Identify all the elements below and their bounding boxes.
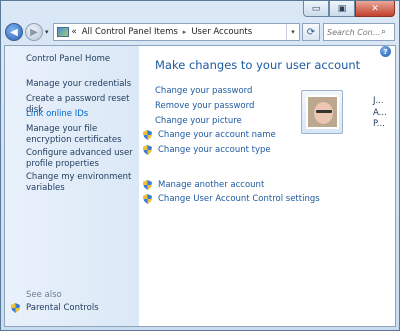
refresh-button[interactable]: ⟳ bbox=[302, 23, 320, 41]
search-icon[interactable]: ⌕ bbox=[381, 27, 386, 37]
manage-another-account-link[interactable]: Manage another account bbox=[143, 180, 264, 190]
search-box[interactable]: ⌕ bbox=[323, 23, 395, 41]
user-account-info: J... A... P... bbox=[373, 96, 387, 131]
sidebar-item-link-online-ids[interactable]: Link online IDs bbox=[26, 109, 136, 120]
task-label: Remove your password bbox=[155, 101, 255, 111]
change-password-link[interactable]: Change your password bbox=[155, 86, 252, 96]
breadcrumb-all-control-panel-items[interactable]: All Control Panel Items bbox=[82, 27, 178, 37]
change-picture-link[interactable]: Change your picture bbox=[155, 116, 242, 126]
task-label: Change your account name bbox=[158, 130, 276, 140]
task-label: Change your picture bbox=[155, 116, 242, 126]
see-also-heading: See also bbox=[26, 290, 62, 300]
user-account-type: A... bbox=[373, 107, 387, 118]
uac-shield-icon bbox=[143, 180, 152, 190]
recent-pages-chevron-down-icon[interactable]: ▾ bbox=[45, 28, 49, 36]
task-label: Manage another account bbox=[158, 180, 265, 190]
change-account-name-link[interactable]: Change your account name bbox=[143, 130, 276, 140]
uac-shield-icon bbox=[143, 145, 152, 155]
navigation-bar: ◀ ▶ ▾ « All Control Panel Items ▸ User A… bbox=[5, 21, 395, 43]
user-password-status: P... bbox=[373, 119, 385, 129]
page-title: Make changes to your user account bbox=[155, 58, 361, 72]
breadcrumb-user-accounts[interactable]: User Accounts bbox=[191, 27, 252, 37]
uac-shield-icon bbox=[143, 194, 152, 204]
help-icon[interactable]: ? bbox=[380, 46, 391, 57]
content-area: Control Panel Home Manage your credentia… bbox=[4, 45, 396, 327]
parental-controls-link[interactable]: Parental Controls bbox=[11, 303, 99, 313]
forward-button[interactable]: ▶ bbox=[25, 23, 43, 41]
control-panel-icon bbox=[56, 27, 69, 37]
back-button[interactable]: ◀ bbox=[5, 23, 23, 41]
sidebar-item-manage-credentials[interactable]: Manage your credentials bbox=[26, 79, 136, 90]
address-bar[interactable]: « All Control Panel Items ▸ User Account… bbox=[52, 23, 300, 41]
avatar bbox=[305, 95, 339, 129]
sidebar: Control Panel Home Manage your credentia… bbox=[5, 46, 140, 326]
sidebar-item-user-profile-properties[interactable]: Configure advanced user profile properti… bbox=[26, 148, 136, 169]
user-picture-tile bbox=[301, 90, 343, 134]
sidebar-item-file-encryption[interactable]: Manage your file encryption certificates bbox=[26, 124, 136, 145]
parental-controls-label: Parental Controls bbox=[26, 303, 99, 313]
minimize-button[interactable]: ▭ bbox=[303, 1, 329, 17]
breadcrumb-separator-icon[interactable]: ▸ bbox=[183, 28, 187, 36]
uac-shield-icon bbox=[143, 130, 152, 140]
control-panel-window: ▭ ▣ ✕ ◀ ▶ ▾ « All Control Panel Items ▸ … bbox=[0, 0, 400, 331]
sidebar-item-environment-variables[interactable]: Change my environment variables bbox=[26, 172, 136, 193]
avatar-face bbox=[313, 102, 333, 124]
address-overflow-chevrons[interactable]: « bbox=[72, 27, 77, 37]
change-uac-settings-link[interactable]: Change User Account Control settings bbox=[143, 194, 320, 204]
close-button[interactable]: ✕ bbox=[355, 1, 395, 17]
change-account-type-link[interactable]: Change your account type bbox=[143, 145, 271, 155]
search-input[interactable] bbox=[327, 27, 381, 37]
uac-shield-icon bbox=[11, 303, 20, 313]
task-label: Change User Account Control settings bbox=[158, 194, 320, 204]
avatar-glasses bbox=[315, 110, 332, 113]
maximize-button[interactable]: ▣ bbox=[329, 1, 355, 17]
caption-buttons: ▭ ▣ ✕ bbox=[303, 1, 395, 17]
main-panel: ? Make changes to your user account Chan… bbox=[139, 46, 395, 326]
task-label: Change your password bbox=[155, 86, 253, 96]
control-panel-home-link[interactable]: Control Panel Home bbox=[26, 54, 110, 64]
remove-password-link[interactable]: Remove your password bbox=[155, 101, 254, 111]
user-name: J... bbox=[373, 96, 384, 106]
task-label: Change your account type bbox=[158, 145, 271, 155]
address-dropdown-icon[interactable]: ▾ bbox=[286, 24, 299, 40]
